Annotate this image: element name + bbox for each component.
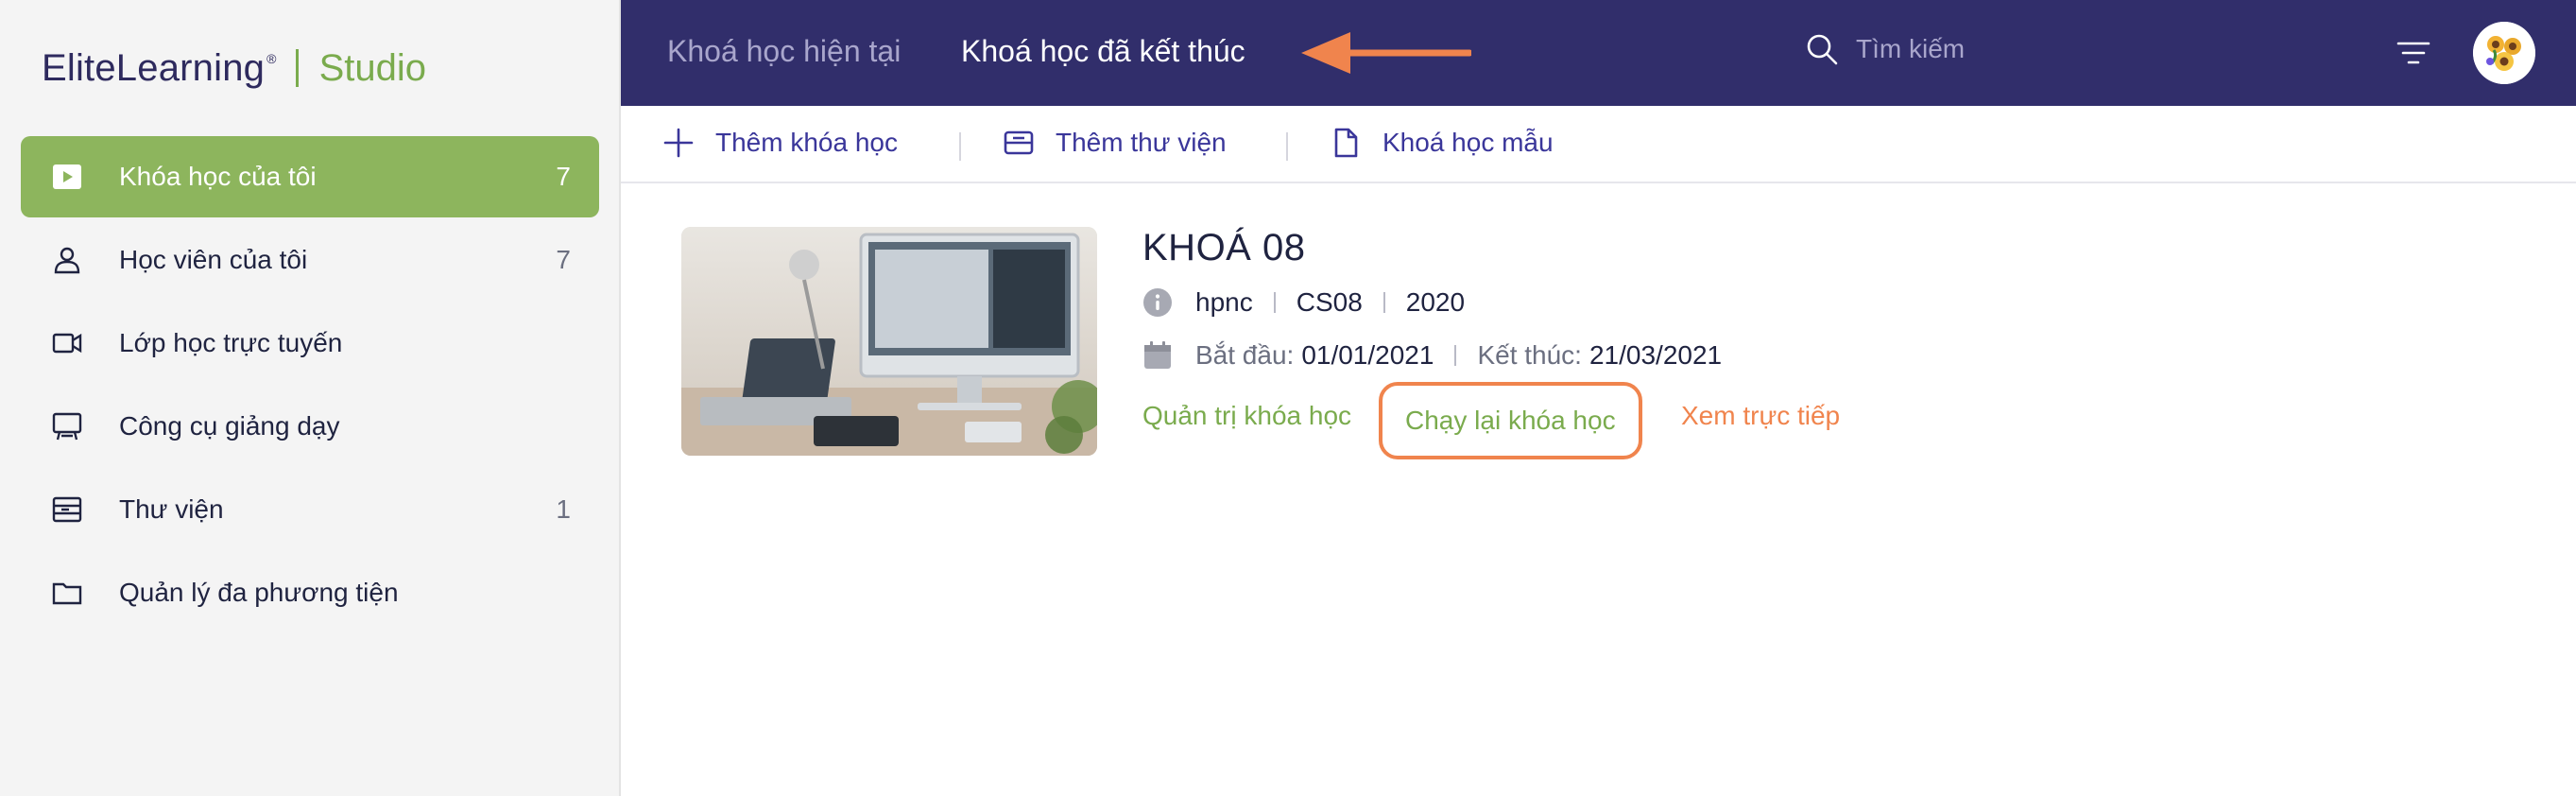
sidebar-item-library[interactable]: Thư viện 1	[21, 469, 599, 550]
sidebar-item-media-management[interactable]: Quản lý đa phương tiện	[21, 552, 599, 633]
library-icon	[49, 492, 85, 528]
end-label: Kết thúc:	[1477, 340, 1582, 370]
course-thumbnail-image	[681, 227, 1097, 456]
course-dates: Bắt đầu: 01/01/2021 Kết thúc: 21/03/2021	[1142, 340, 1722, 371]
sidebar-item-label: Học viên của tôi	[119, 245, 308, 274]
end-date: 21/03/2021	[1589, 340, 1723, 370]
filter-icon[interactable]	[2395, 36, 2432, 70]
sidebar-item-label: Lớp học trực tuyến	[119, 328, 343, 357]
add-course-label: Thêm khóa học	[715, 128, 898, 157]
sidebar-item-my-courses[interactable]: Khóa học của tôi 7	[21, 136, 599, 217]
avatar-image	[2473, 22, 2535, 84]
start-date: 01/01/2021	[1301, 340, 1434, 370]
start-label: Bắt đầu:	[1195, 340, 1295, 370]
course-code: CS08	[1296, 287, 1363, 317]
toolbar-divider	[959, 132, 961, 161]
template-course-label: Khoá học mẫu	[1382, 128, 1554, 157]
play-icon	[49, 159, 85, 195]
rerun-course-button[interactable]: Chạy lại khóa học	[1379, 382, 1642, 459]
sidebar-item-count: 7	[556, 245, 571, 274]
sidebar-item-count: 1	[556, 494, 571, 524]
calendar-icon	[1144, 341, 1171, 369]
sidebar-item-count: 7	[556, 162, 571, 191]
sidebar-nav: Khóa học của tôi 7 Học viên của tôi 7 Lớ…	[21, 136, 599, 635]
document-icon	[1334, 128, 1358, 158]
brand-name: EliteLearning ®	[42, 47, 277, 90]
meta-divider	[1454, 345, 1457, 366]
sidebar-item-my-students[interactable]: Học viên của tôi 7	[21, 219, 599, 301]
brand-name-text: EliteLearning	[42, 46, 266, 89]
search-bar[interactable]	[1805, 32, 2196, 66]
arrow-left-icon	[1301, 32, 1471, 74]
info-icon	[1143, 288, 1172, 317]
search-icon	[1807, 34, 1838, 65]
search-input[interactable]	[1856, 34, 2196, 64]
course-author: hpnc	[1195, 287, 1253, 317]
sidebar-item-teaching-tools[interactable]: Công cụ giảng dạy	[21, 386, 599, 467]
course-thumbnail[interactable]	[681, 227, 1097, 456]
tab-finished-courses[interactable]: Khoá học đã kết thúc	[961, 34, 1245, 69]
sidebar-item-online-class[interactable]: Lớp học trực tuyến	[21, 303, 599, 384]
avatar[interactable]	[2473, 22, 2535, 84]
brand-divider	[295, 49, 299, 87]
user-icon	[49, 242, 85, 278]
top-bar: Khoá học hiện tại Khoá học đã kết thúc	[621, 0, 2576, 106]
brand-logo[interactable]: EliteLearning ® Studio	[42, 42, 426, 95]
main-content: Khoá học hiện tại Khoá học đã kết thúc T…	[621, 0, 2576, 796]
presentation-icon	[49, 408, 85, 444]
sidebar-item-label: Công cụ giảng dạy	[119, 411, 340, 441]
tab-current-courses[interactable]: Khoá học hiện tại	[667, 34, 901, 69]
manage-course-link[interactable]: Quản trị khóa học	[1142, 401, 1351, 431]
template-course-button[interactable]: Khoá học mẫu	[1330, 127, 1554, 159]
registered-mark: ®	[266, 50, 277, 66]
app-root: EliteLearning ® Studio Khóa học của tôi …	[0, 0, 2576, 796]
action-toolbar: Thêm khóa học Thêm thư viện Khoá học mẫu	[621, 106, 2576, 183]
meta-divider	[1273, 292, 1276, 313]
meta-divider	[1382, 292, 1385, 313]
sidebar-item-label: Thư viện	[119, 494, 224, 524]
folder-icon	[49, 575, 85, 611]
live-view-link[interactable]: Xem trực tiếp	[1681, 401, 1840, 431]
brand-studio: Studio	[318, 46, 427, 89]
add-library-button[interactable]: Thêm thư viện	[1003, 127, 1227, 159]
sidebar-item-label: Quản lý đa phương tiện	[119, 578, 399, 607]
course-meta: hpnc CS08 2020	[1142, 287, 1465, 318]
toolbar-divider	[1286, 132, 1288, 161]
course-title[interactable]: KHOÁ 08	[1142, 227, 1305, 269]
course-year: 2020	[1405, 287, 1466, 317]
sidebar: EliteLearning ® Studio Khóa học của tôi …	[0, 0, 621, 796]
library-icon	[1004, 130, 1034, 155]
sidebar-item-label: Khóa học của tôi	[119, 162, 317, 191]
video-icon	[49, 325, 85, 361]
add-course-button[interactable]: Thêm khóa học	[662, 127, 898, 159]
plus-icon	[663, 128, 694, 158]
add-library-label: Thêm thư viện	[1056, 128, 1227, 157]
